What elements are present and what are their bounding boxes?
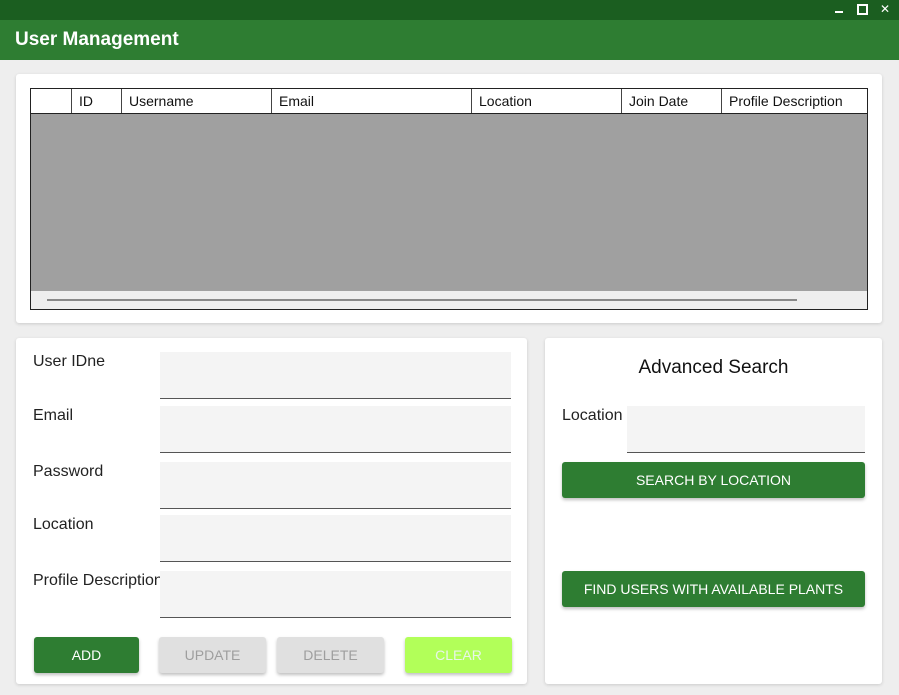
- advanced-search-title: Advanced Search: [638, 357, 789, 378]
- add-button[interactable]: ADD: [34, 637, 139, 673]
- maximize-icon[interactable]: [853, 1, 871, 17]
- clear-button[interactable]: CLEAR: [405, 637, 512, 673]
- user-id-field[interactable]: [160, 352, 511, 399]
- table-header: ID Username Email Location Join Date Pro…: [31, 89, 867, 114]
- column-header-id[interactable]: ID: [71, 89, 121, 113]
- advanced-search-card: Advanced Search Location SEARCH BY LOCAT…: [545, 338, 882, 684]
- email-field[interactable]: [160, 406, 511, 453]
- email-label: Email: [33, 407, 74, 424]
- column-header-username[interactable]: Username: [121, 89, 271, 113]
- minimize-icon[interactable]: [830, 1, 848, 17]
- search-location-label: Location: [562, 407, 623, 424]
- user-id-label: User IDne: [33, 353, 106, 370]
- delete-button[interactable]: DELETE: [277, 637, 384, 673]
- profile-description-label: Profile Description: [33, 572, 163, 589]
- table-body[interactable]: [31, 114, 867, 291]
- column-header-location[interactable]: Location: [471, 89, 621, 113]
- column-header-profile-description[interactable]: Profile Description: [721, 89, 867, 113]
- users-table-card: ID Username Email Location Join Date Pro…: [16, 74, 882, 323]
- search-by-location-button[interactable]: SEARCH BY LOCATION: [562, 462, 865, 498]
- update-button[interactable]: UPDATE: [159, 637, 266, 673]
- scrollbar-thumb[interactable]: [47, 299, 797, 301]
- maximize-box: [857, 4, 868, 15]
- find-users-with-plants-button[interactable]: FIND USERS WITH AVAILABLE PLANTS: [562, 571, 865, 607]
- app-header: User Management: [0, 20, 899, 60]
- window-titlebar: ✕: [0, 0, 899, 20]
- page-title: User Management: [15, 29, 179, 50]
- location-field[interactable]: [160, 515, 511, 562]
- profile-description-field[interactable]: [160, 571, 511, 618]
- users-table[interactable]: ID Username Email Location Join Date Pro…: [30, 88, 868, 310]
- password-field[interactable]: [160, 462, 511, 509]
- close-icon[interactable]: ✕: [876, 1, 894, 17]
- horizontal-scrollbar[interactable]: [31, 291, 867, 309]
- location-label: Location: [33, 516, 94, 533]
- column-header-select[interactable]: [31, 89, 71, 113]
- password-label: Password: [33, 463, 104, 480]
- minimize-bar: [835, 11, 843, 13]
- user-form-card: User IDne Email Password Location Profil…: [16, 338, 527, 684]
- search-location-field[interactable]: [627, 406, 865, 453]
- column-header-join-date[interactable]: Join Date: [621, 89, 721, 113]
- column-header-email[interactable]: Email: [271, 89, 471, 113]
